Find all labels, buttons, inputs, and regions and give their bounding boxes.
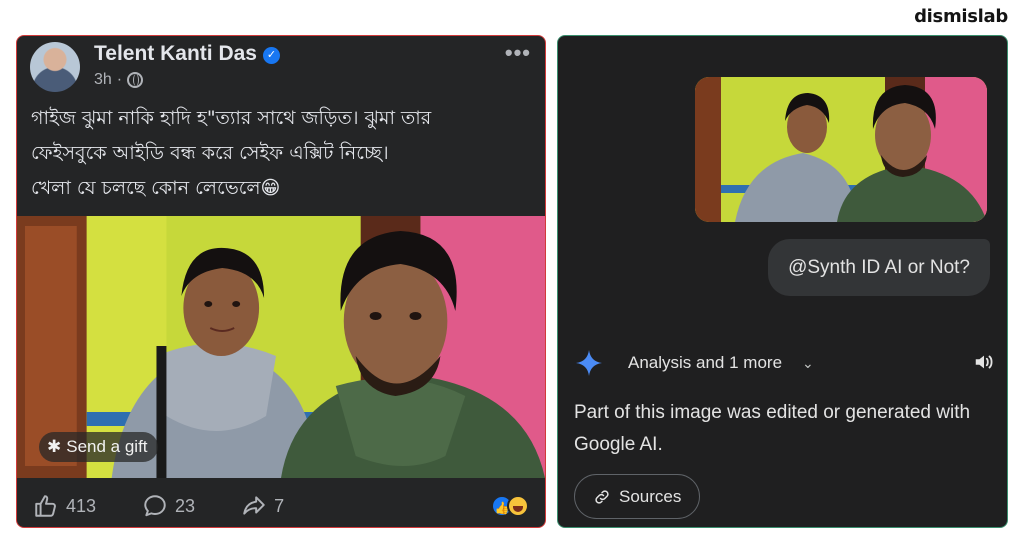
author-name[interactable]: Telent Kanti Das — [94, 42, 257, 65]
like-button[interactable]: 413 — [33, 493, 96, 519]
meta-separator: · — [116, 71, 123, 88]
speaker-icon[interactable] — [973, 351, 995, 373]
uploaded-image-thumbnail[interactable] — [695, 77, 987, 222]
sources-label: Sources — [619, 486, 682, 506]
share-icon — [243, 496, 265, 515]
like-icon — [35, 495, 56, 517]
chevron-down-icon[interactable]: ⌄ — [802, 355, 814, 372]
post-meta: 3h · — [94, 71, 144, 89]
gift-icon: ✱ — [47, 437, 62, 456]
send-gift-button[interactable]: ✱ Send a gift — [39, 432, 158, 462]
link-icon — [595, 489, 609, 504]
facebook-post-card: Telent Kanti Das ✓ 3h · ••• গাইজ ঝুমা নাক… — [16, 35, 546, 528]
reaction-summary[interactable]: 👍 — [491, 495, 529, 517]
comment-button[interactable]: 23 — [142, 493, 195, 519]
caption-line: গাইজ ঝুমা নাকি হাদি হ"ত্যার সাথে জড়িত। … — [31, 107, 432, 129]
globe-icon — [127, 72, 144, 88]
author-avatar[interactable] — [30, 42, 80, 92]
comment-icon — [144, 495, 166, 517]
analysis-toggle[interactable]: Analysis and 1 more — [628, 353, 782, 373]
post-time[interactable]: 3h — [94, 71, 112, 89]
share-button[interactable]: 7 — [241, 493, 284, 519]
share-count: 7 — [274, 495, 285, 516]
author-name-row[interactable]: Telent Kanti Das ✓ — [94, 42, 280, 66]
haha-reaction-icon — [507, 495, 529, 517]
gemini-chat-card: @Synth ID AI or Not? Analysis and 1 more… — [557, 35, 1008, 528]
caption-line: খেলা যে চলছে কোন লেভেলে😁 — [31, 177, 281, 199]
user-prompt-bubble: @Synth ID AI or Not? — [768, 239, 990, 296]
gemini-sparkle-icon — [576, 350, 602, 376]
response-text: Part of this image was edited or generat… — [574, 402, 971, 455]
response-header: Analysis and 1 more ⌄ — [575, 348, 995, 378]
sources-button[interactable]: Sources — [574, 474, 701, 519]
send-gift-label: Send a gift — [66, 437, 148, 456]
post-caption: গাইজ ঝুমা নাকি হাদি হ"ত্যার সাথে জড়িত। … — [31, 101, 536, 206]
verified-badge-icon: ✓ — [262, 47, 280, 64]
like-count: 413 — [66, 495, 97, 516]
caption-line: ফেইসবুকে আইডি বন্ধ করে সেইফ এক্সিট নিচ্ছ… — [31, 142, 389, 164]
post-actions: 413 23 7 👍 — [17, 486, 545, 526]
dismislab-logo: dismislab — [914, 6, 1008, 27]
thumbnail-illustration — [695, 77, 987, 222]
post-header: Telent Kanti Das ✓ 3h · ••• — [17, 36, 545, 96]
comment-count: 23 — [175, 495, 196, 516]
more-options-icon[interactable]: ••• — [505, 40, 531, 66]
